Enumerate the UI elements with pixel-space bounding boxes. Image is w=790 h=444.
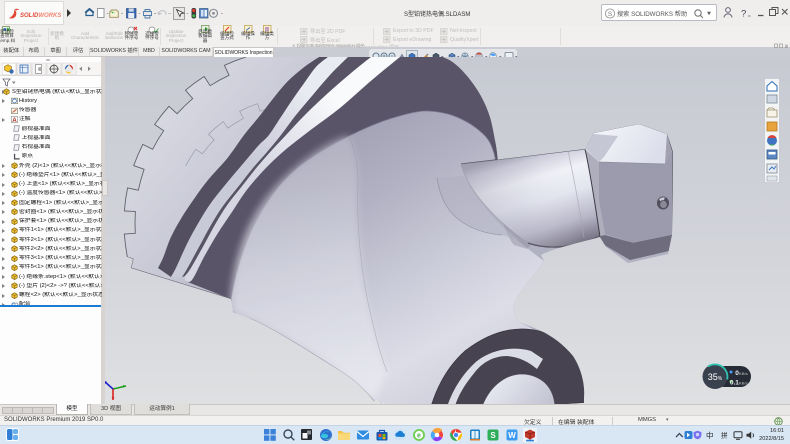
svg-text:A: A	[12, 117, 17, 123]
svg-text:搜索 SOLIDWORKS 帮助: 搜索 SOLIDWORKS 帮助	[617, 10, 687, 18]
svg-text:0.1KB/s: 0.1KB/s	[730, 380, 749, 387]
svg-text:W: W	[508, 431, 516, 440]
svg-text:拼: 拼	[721, 431, 728, 440]
svg-text:0KB/s: 0KB/s	[735, 370, 749, 377]
svg-text:S: S	[491, 431, 497, 440]
svg-text:中: 中	[706, 430, 714, 440]
svg-text:S: S	[608, 11, 613, 18]
svg-text:e: e	[417, 433, 421, 440]
svg-text:?: ?	[741, 9, 746, 20]
